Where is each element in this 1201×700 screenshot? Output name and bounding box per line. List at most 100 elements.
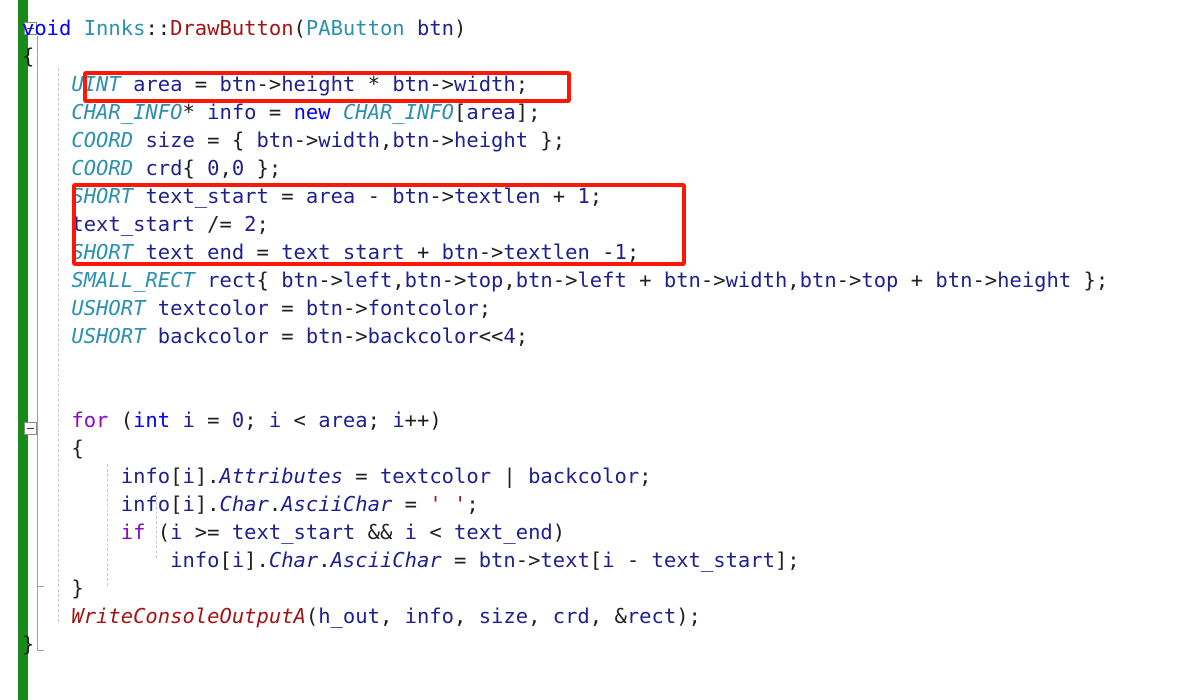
code-token: ; bbox=[244, 408, 269, 432]
code-token: area bbox=[318, 408, 368, 432]
code-token: , bbox=[528, 604, 553, 628]
code-token: -> bbox=[552, 268, 578, 292]
code-token: /= bbox=[194, 212, 245, 236]
code-token: DrawButton bbox=[170, 16, 294, 40]
code-token: CHAR_INFO bbox=[71, 100, 183, 124]
code-token: crd bbox=[552, 604, 590, 628]
code-token: -> bbox=[342, 296, 368, 320]
code-line[interactable]: COORD crd{ 0,0 }; bbox=[22, 154, 281, 182]
code-token: :: bbox=[145, 16, 171, 40]
code-token: btn bbox=[256, 128, 294, 152]
code-line[interactable]: SMALL_RECT rect{ btn->left,btn->top,btn-… bbox=[22, 266, 1108, 294]
code-token: } bbox=[22, 576, 84, 600]
code-token: -> bbox=[293, 128, 319, 152]
code-line[interactable]: USHORT textcolor = btn->fontcolor; bbox=[22, 294, 491, 322]
code-token: = bbox=[244, 240, 282, 264]
code-token: btn bbox=[416, 16, 455, 40]
code-token: Innks bbox=[83, 16, 146, 40]
code-text-area[interactable]: void Innks::DrawButton(PAButton btn){ UI… bbox=[0, 0, 1201, 700]
code-line[interactable]: } bbox=[22, 630, 34, 658]
code-token: left bbox=[342, 268, 393, 292]
code-token: [ bbox=[589, 548, 603, 572]
code-token: Attributes bbox=[219, 464, 343, 488]
code-token: = bbox=[268, 184, 306, 208]
code-line[interactable]: SHORT text end = text start + btn->textl… bbox=[22, 238, 639, 266]
code-token: = bbox=[392, 492, 430, 516]
code-token: info bbox=[120, 464, 171, 488]
code-line[interactable]: void Innks::DrawButton(PAButton btn) bbox=[22, 14, 466, 42]
code-token: fontcolor bbox=[367, 296, 479, 320]
code-token: textcolor bbox=[157, 296, 269, 320]
code-token: if bbox=[120, 520, 146, 544]
code-token: info bbox=[170, 548, 220, 572]
code-token: { bbox=[22, 436, 84, 460]
code-token: . bbox=[268, 492, 282, 516]
code-token: i bbox=[404, 520, 417, 544]
code-token: i bbox=[231, 548, 245, 572]
code-line[interactable]: UINT area = btn->height * btn->width; bbox=[22, 70, 528, 98]
code-token: [ bbox=[170, 492, 183, 516]
code-token: area bbox=[305, 184, 356, 208]
code-line[interactable]: info[i].Char.AsciiChar = btn->text[i - t… bbox=[22, 546, 800, 574]
code-token: -> bbox=[318, 268, 343, 292]
code-line[interactable]: for (int i = 0; i < area; i++) bbox=[22, 406, 442, 434]
code-token: width bbox=[318, 128, 380, 152]
code-token: width bbox=[725, 268, 788, 292]
code-line[interactable]: COORD size = { btn->width,btn->height }; bbox=[22, 126, 565, 154]
code-token: width bbox=[454, 72, 516, 96]
code-token: text_end bbox=[454, 520, 553, 544]
code-token: >= bbox=[182, 520, 232, 544]
code-line[interactable]: USHORT backcolor = btn->backcolor<<4; bbox=[22, 322, 528, 350]
code-line[interactable]: WriteConsoleOutputA(h_out, info, size, c… bbox=[22, 602, 701, 630]
code-token: , bbox=[219, 156, 232, 180]
code-token: btn bbox=[281, 268, 319, 292]
code-line[interactable]: } bbox=[22, 574, 84, 602]
code-token: ++) bbox=[404, 408, 442, 432]
code-token: void bbox=[22, 16, 72, 40]
code-token: PAButton bbox=[305, 16, 405, 40]
code-token: - bbox=[355, 184, 393, 208]
code-token: ; bbox=[466, 492, 479, 516]
code-token: ) bbox=[454, 16, 467, 40]
code-line[interactable]: text_start /= 2; bbox=[22, 210, 268, 238]
code-token: top bbox=[466, 268, 504, 292]
code-line[interactable]: info[i].Attributes = textcolor | backcol… bbox=[22, 462, 652, 490]
code-token: . bbox=[318, 548, 331, 572]
code-line[interactable]: if (i >= text_start && i < text_end) bbox=[22, 518, 565, 546]
code-token: << bbox=[478, 324, 504, 348]
code-token: text_start bbox=[71, 212, 195, 236]
code-token: backcolor bbox=[528, 464, 640, 488]
code-line[interactable]: SHORT text_start = area - btn->textlen +… bbox=[22, 182, 602, 210]
code-line[interactable]: info[i].Char.AsciiChar = ' '; bbox=[22, 490, 479, 518]
code-line[interactable] bbox=[22, 350, 34, 378]
code-token: -> bbox=[429, 72, 455, 96]
code-line[interactable]: { bbox=[22, 434, 84, 462]
code-token: btn bbox=[305, 324, 343, 348]
code-token: Char bbox=[219, 492, 269, 516]
code-token: btn bbox=[305, 296, 343, 320]
code-token: }; bbox=[1071, 268, 1109, 292]
code-token: -> bbox=[441, 268, 467, 292]
code-token: && bbox=[355, 520, 405, 544]
code-token: btn bbox=[404, 268, 442, 292]
code-token: 0 bbox=[231, 156, 245, 180]
code-token: i bbox=[182, 492, 195, 516]
code-line[interactable]: CHAR_INFO* info = new CHAR_INFO[area]; bbox=[22, 98, 540, 126]
code-token: textlen bbox=[503, 240, 590, 264]
code-token: -> bbox=[836, 268, 862, 292]
code-line[interactable]: { bbox=[22, 42, 34, 70]
code-token: + bbox=[626, 268, 664, 292]
code-token: btn bbox=[392, 128, 430, 152]
code-token: 1 bbox=[614, 240, 627, 264]
code-token: = bbox=[194, 408, 232, 432]
code-line[interactable] bbox=[22, 378, 34, 406]
code-token: btn bbox=[219, 72, 257, 96]
